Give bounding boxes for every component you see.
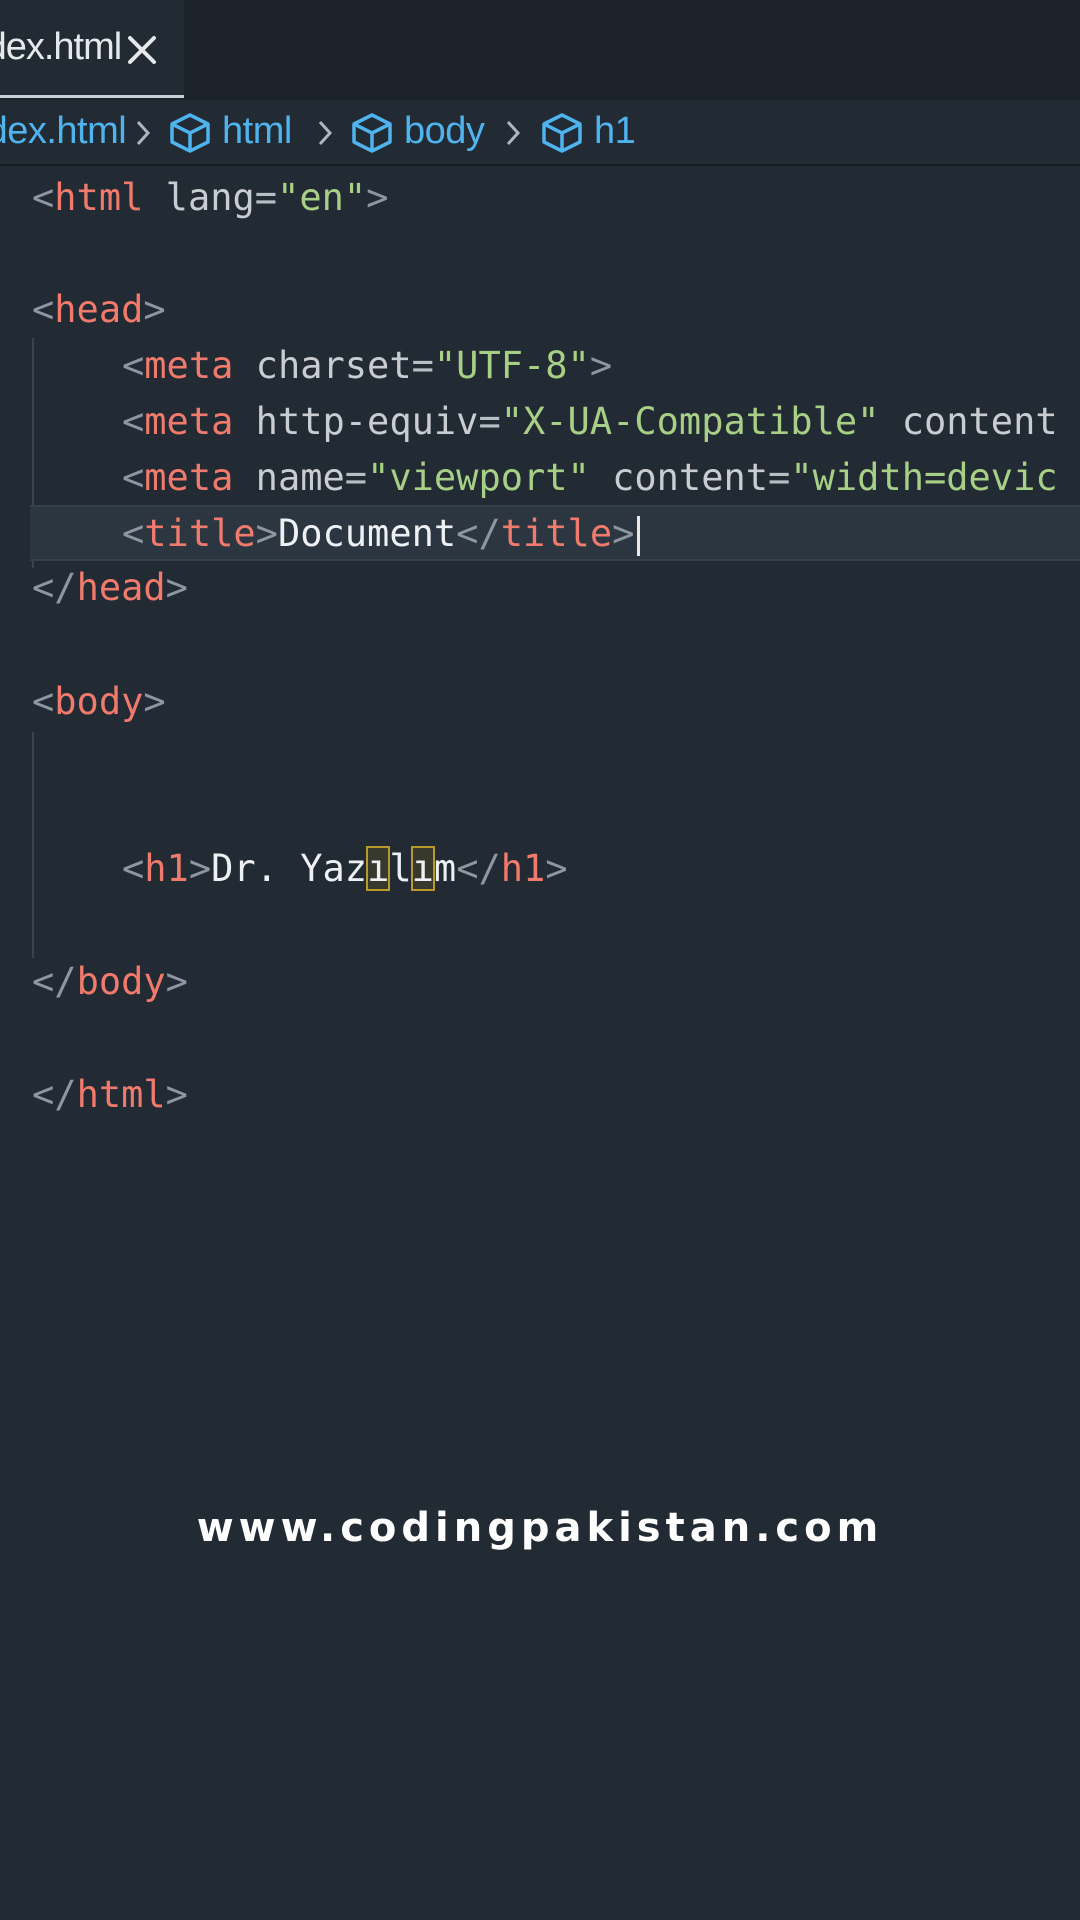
attr-name: lang xyxy=(165,176,255,219)
attr-name: charset xyxy=(255,344,412,387)
code-line: <head> xyxy=(32,288,166,331)
attr-name: name xyxy=(255,456,345,499)
chevron-right-icon xyxy=(318,120,333,146)
breadcrumb: index.html html body h1 xyxy=(0,100,1080,166)
title-text: Document xyxy=(277,512,457,555)
breadcrumb-item-h1[interactable]: h1 xyxy=(594,110,636,153)
code-line: </html> xyxy=(32,1073,188,1116)
tag-name: body xyxy=(76,960,166,1003)
editor-tab-bar: index.html xyxy=(0,0,1080,100)
h1-text: l xyxy=(389,847,412,890)
tag-name: body xyxy=(54,680,144,723)
text-cursor xyxy=(637,515,641,556)
chevron-right-icon xyxy=(506,120,521,146)
tag-name: meta xyxy=(144,456,234,499)
code-line: <h1>Dr. Yazılım</h1> xyxy=(122,846,568,891)
h1-text: m xyxy=(433,847,457,890)
tag-name: title xyxy=(144,512,256,555)
tag-name: meta xyxy=(144,344,234,387)
close-icon[interactable] xyxy=(122,30,162,70)
attr-value: "X-UA-Compatible" xyxy=(500,400,880,443)
attr-value: "UTF-8" xyxy=(433,344,590,387)
symbol-class-icon xyxy=(170,113,210,153)
code-editor[interactable]: <html lang="en"> <head> <meta charset="U… xyxy=(0,168,1080,1920)
code-line: <meta http-equiv="X-UA-Compatible" conte… xyxy=(122,400,1058,443)
file-tab[interactable]: index.html xyxy=(0,0,184,98)
tag-name: h1 xyxy=(144,847,189,890)
breadcrumb-file[interactable]: index.html xyxy=(0,110,127,153)
attr-name: content xyxy=(901,400,1058,443)
h1-text: Dr. Yaz xyxy=(211,847,368,890)
tag-name: h1 xyxy=(500,847,546,890)
file-tab-label: index.html xyxy=(0,26,122,68)
code-line: <meta name="viewport" content="width=dev… xyxy=(122,456,1058,499)
attr-name: content xyxy=(612,456,769,499)
tag-name: meta xyxy=(144,400,234,443)
breadcrumb-item-body[interactable]: body xyxy=(404,110,485,153)
symbol-class-icon xyxy=(352,113,392,153)
attr-value: "width=devic xyxy=(790,456,1058,499)
chevron-right-icon xyxy=(136,120,151,146)
unicode-highlight[interactable]: ı xyxy=(410,846,435,891)
attr-value: "en" xyxy=(277,176,367,219)
unicode-highlight[interactable]: ı xyxy=(366,846,391,891)
code-line: </head> xyxy=(32,566,188,609)
tag-name: html xyxy=(54,176,144,219)
tag-name: html xyxy=(76,1073,166,1116)
code-line-current: <title>Document</title> xyxy=(0,506,1080,562)
attr-value: "viewport" xyxy=(367,456,590,499)
attr-name: http-equiv xyxy=(255,400,479,443)
symbol-class-icon xyxy=(542,113,582,153)
code-line: </body> xyxy=(32,960,188,1003)
code-line: <meta charset="UTF-8"> xyxy=(122,344,613,387)
breadcrumb-item-html[interactable]: html xyxy=(222,110,292,153)
watermark-url: www.codingpakistan.com xyxy=(196,1505,884,1551)
code-line: <body> xyxy=(32,680,166,723)
tag-name: head xyxy=(54,288,144,331)
code-line: <html lang="en"> xyxy=(32,176,389,219)
tag-name: title xyxy=(500,512,613,555)
tag-name: head xyxy=(76,566,166,609)
